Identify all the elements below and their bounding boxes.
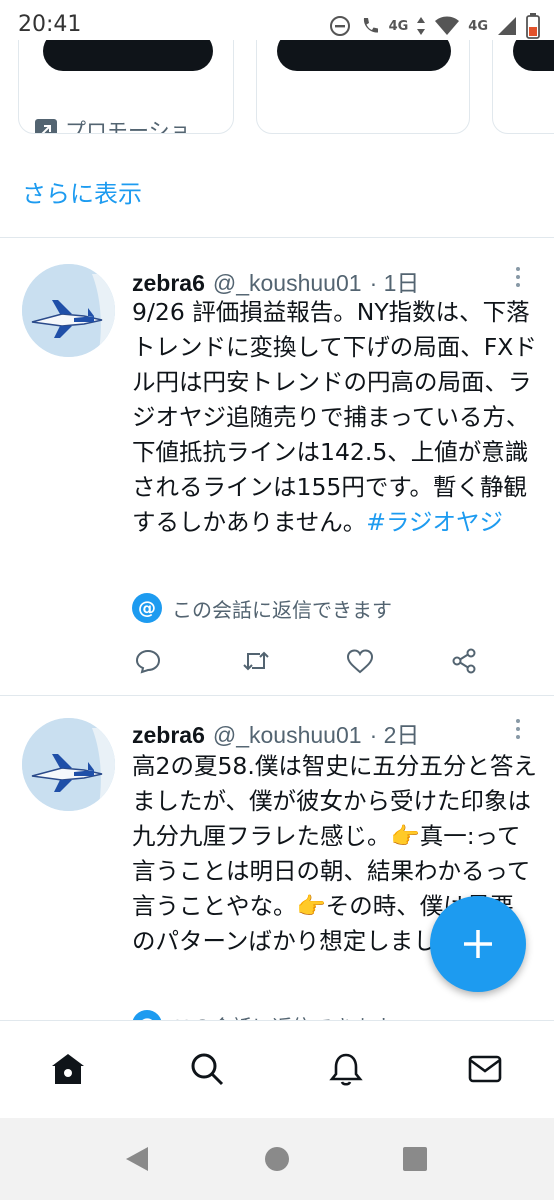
data-arrows-icon [417,17,426,35]
promoted-label: プロモーショ… [35,115,212,134]
at-sign-icon: @ [132,593,162,623]
cell-signal-icon [498,17,516,35]
tweet-body-text: 9/26 評価損益報告。NY指数は、下落トレンドに変換して下げの局面、FXドル円… [132,298,537,536]
system-nav-bar [0,1118,554,1200]
tweet-timestamp[interactable]: · 2日 [370,716,420,750]
bottom-tab-bar [0,1020,554,1118]
tweet-header: zebra6 @_koushuu01 · 2日 [132,716,419,750]
tweet-timestamp[interactable]: · 1日 [370,264,420,298]
tweet-author-name[interactable]: zebra6 [132,270,205,297]
promoted-card-button-3[interactable] [513,40,554,71]
tweet[interactable]: zebra6 @_koushuu01 · 1日 9/26 評価損益報告。NY指数… [0,238,554,694]
tweet-author-handle[interactable]: @_koushuu01 [213,270,362,297]
reply-restriction-note: @ この会話に返信できます [132,593,392,623]
wifi-call-icon [363,18,378,33]
battery-icon [526,13,540,39]
promoted-card-3[interactable] [492,40,554,134]
promoted-card-2[interactable] [256,40,470,134]
network-type-label-right: 4G [468,18,488,34]
plus-icon [464,930,492,958]
more-options-icon[interactable] [508,714,528,744]
bell-icon[interactable] [326,1049,366,1089]
promoted-card[interactable]: プロモーショ… [18,40,234,134]
retweet-icon[interactable] [240,646,272,676]
status-icons: 4G 4G [329,10,540,42]
tweet-header: zebra6 @_koushuu01 · 1日 [132,264,419,298]
share-icon[interactable] [448,646,480,676]
reply-restriction-text: この会話に返信できます [172,597,392,622]
tweet-author-handle[interactable]: @_koushuu01 [213,722,362,749]
jet-airplane-avatar[interactable] [22,718,115,811]
status-time: 20:41 [18,12,82,37]
promoted-cards-row: プロモーショ… [0,40,554,135]
compose-tweet-button[interactable] [430,896,526,992]
do-not-disturb-icon [329,16,350,36]
hashtag-link[interactable]: #ラジオヤジ [366,508,503,536]
more-options-icon[interactable] [508,262,528,292]
show-more-link[interactable]: さらに表示 [22,174,142,209]
jet-airplane-avatar[interactable] [22,264,115,357]
home-circle-icon[interactable] [262,1144,292,1174]
search-icon[interactable] [187,1049,227,1089]
promoted-card-button[interactable] [43,40,213,71]
mail-icon[interactable] [465,1049,505,1089]
promoted-card-button-2[interactable] [277,40,451,71]
like-icon[interactable] [344,646,376,676]
back-triangle-icon[interactable] [122,1144,152,1174]
network-type-label-left: 4G [388,18,409,34]
tweet-author-name[interactable]: zebra6 [132,722,205,749]
reply-icon[interactable] [132,646,164,676]
promoted-label-text: プロモーショ… [65,119,212,134]
home-icon[interactable] [48,1049,88,1089]
recents-square-icon[interactable] [400,1144,430,1174]
wifi-icon [435,16,460,35]
tweet-text: 9/26 評価損益報告。NY指数は、下落トレンドに変換して下げの局面、FXドル円… [132,295,537,540]
arrow-up-right-icon [35,119,57,133]
tweet-actions [132,646,492,676]
